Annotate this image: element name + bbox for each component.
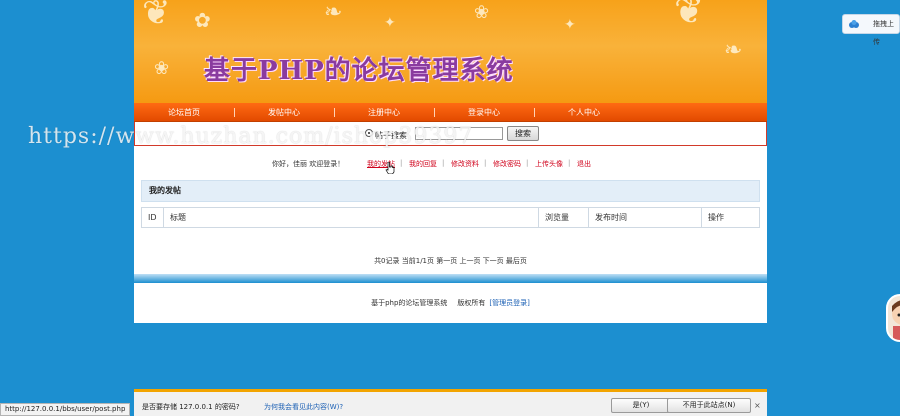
column-header-title: 标题 (163, 207, 539, 228)
search-button[interactable]: 搜索 (507, 126, 539, 141)
watermark-text: https://www.huzhan.com/ishop39397 (28, 124, 474, 149)
logout-link[interactable]: 退出 (568, 159, 598, 169)
footer-copyright: 版权所有 (457, 299, 486, 307)
butterfly-icon: ✦ (384, 15, 396, 31)
change-password-link[interactable]: 修改密码 (484, 159, 528, 169)
floral-decoration-icon: ❦ (142, 0, 171, 33)
column-header-id: ID (141, 207, 164, 228)
forum-page: ❦ ✿ ❧ ✦ ❀ ✦ ❦ ❧ ❀ 基于PHP的论坛管理系统 论坛首页 发帖中心… (134, 0, 767, 416)
edit-profile-link[interactable]: 修改资料 (442, 159, 486, 169)
drag-upload-widget[interactable]: 拖拽上传 (842, 14, 900, 46)
password-save-bar: 是否要存储 127.0.0.1 的密码? 为何我会看见此内容(W)? 是(Y) … (134, 389, 767, 416)
save-password-prompt: 是否要存储 127.0.0.1 的密码? (142, 403, 240, 411)
drag-upload-label: 拖拽上传 (873, 20, 894, 46)
save-password-yes-button[interactable]: 是(Y) (611, 398, 671, 413)
admin-login-link[interactable]: [管理员登录] (489, 299, 529, 307)
user-bar: 你好，佳丽 欢迎登录！ 我的发帖 我的回复 修改资料 修改密码 上传头像 退出 (134, 146, 767, 180)
welcome-text: 你好，佳丽 欢迎登录！ (272, 160, 345, 168)
divider (134, 274, 767, 283)
column-header-actions: 操作 (701, 207, 760, 228)
nav-item-post-center[interactable]: 发帖中心 (234, 103, 334, 121)
cloud-icon (849, 20, 859, 28)
site-title: 基于PHP的论坛管理系统 (204, 56, 514, 86)
header-banner: ❦ ✿ ❧ ✦ ❀ ✦ ❦ ❧ ❀ 基于PHP的论坛管理系统 (134, 0, 767, 103)
page-footer: 基于php的论坛管理系统 版权所有 [管理员登录] (134, 283, 767, 323)
pagination: 共0记录 当前1/1页 第一页 上一页 下一页 最后页 (374, 257, 527, 265)
column-header-publish-time: 发布时间 (588, 207, 702, 228)
main-nav: 论坛首页 发帖中心 注册中心 登录中心 个人中心 (134, 103, 767, 122)
my-posts-link[interactable]: 我的发帖 (360, 159, 402, 169)
nav-item-home[interactable]: 论坛首页 (134, 103, 234, 121)
floral-decoration-icon: ❦ (674, 0, 705, 32)
character-avatar-icon (892, 300, 900, 340)
hand-cursor-icon (385, 162, 395, 174)
posts-table: ID 标题 浏览量 发布时间 操作 (141, 207, 760, 228)
butterfly-icon: ✦ (564, 17, 576, 33)
why-see-this-link[interactable]: 为何我会看见此内容(W)? (264, 402, 343, 412)
floral-decoration-icon: ❧ (324, 0, 343, 25)
table-header-row: ID 标题 浏览量 发布时间 操作 (141, 207, 760, 228)
my-replies-link[interactable]: 我的回复 (400, 159, 444, 169)
close-icon[interactable]: × (754, 401, 761, 410)
upload-avatar-link[interactable]: 上传头像 (526, 159, 570, 169)
never-for-site-button[interactable]: 不用于此站点(N) (667, 398, 751, 413)
floral-decoration-icon: ✿ (194, 8, 211, 32)
user-links: 我的发帖 我的回复 修改资料 修改密码 上传头像 退出 (360, 159, 598, 169)
floral-decoration-icon: ❀ (474, 2, 490, 23)
nav-item-personal[interactable]: 个人中心 (534, 103, 634, 121)
column-header-views: 浏览量 (538, 207, 589, 228)
floral-decoration-icon: ❧ (724, 38, 743, 63)
assistant-avatar[interactable] (886, 294, 900, 342)
my-posts-panel: 我的发帖 ID 标题 浏览量 发布时间 操作 共0记录 当前1/1页 第一页 上… (134, 180, 767, 274)
section-title: 我的发帖 (141, 180, 760, 202)
nav-item-login[interactable]: 登录中心 (434, 103, 534, 121)
footer-system-name: 基于php的论坛管理系统 (371, 299, 448, 307)
nav-item-register[interactable]: 注册中心 (334, 103, 434, 121)
floral-decoration-icon: ❀ (154, 58, 170, 79)
status-bar-url: http://127.0.0.1/bbs/user/post.php (0, 403, 131, 416)
